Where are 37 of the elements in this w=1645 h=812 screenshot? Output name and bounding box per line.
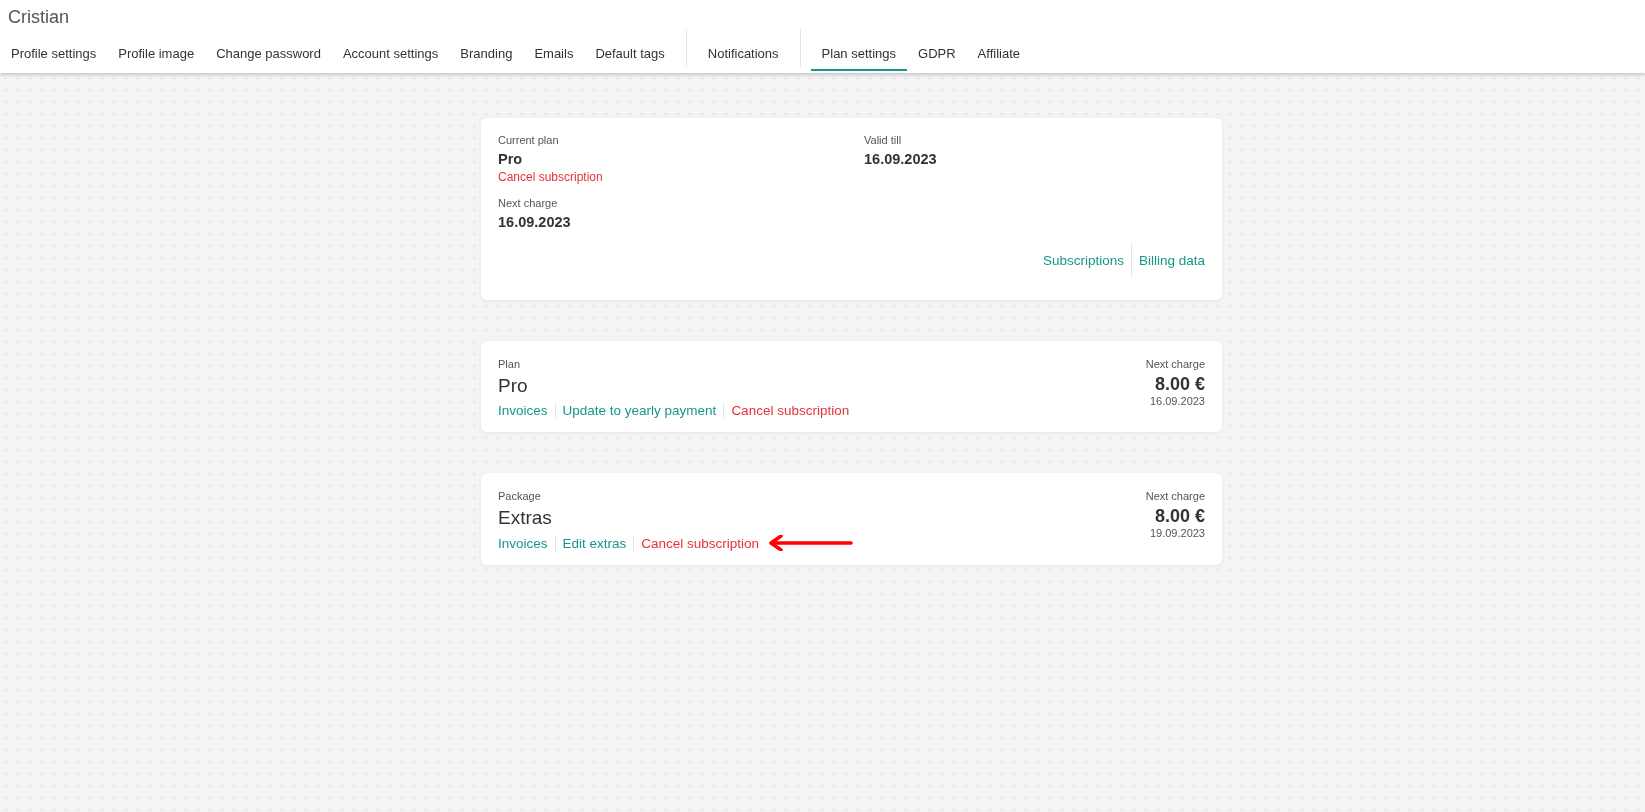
card-link[interactable]: Edit extras xyxy=(562,535,627,551)
charge-amount: 8.00 € xyxy=(1154,506,1205,527)
settings-tab[interactable]: Notifications xyxy=(696,37,790,71)
next-charge-label: Next charge xyxy=(1145,490,1205,502)
next-charge-date: 16.09.2023 xyxy=(498,214,572,230)
page-title: Cristian xyxy=(8,7,69,28)
field-label: Next charge xyxy=(498,197,559,209)
card-link[interactable]: Invoices xyxy=(498,403,548,418)
field-label: Current plan xyxy=(498,134,560,146)
card-link[interactable]: Invoices xyxy=(498,535,548,551)
card-link[interactable]: Subscriptions xyxy=(1042,252,1124,268)
card-link[interactable]: Billing data xyxy=(1138,252,1205,268)
charge-date: 19.09.2023 xyxy=(1149,527,1205,539)
subscription-type: Plan xyxy=(498,358,522,370)
settings-tab[interactable]: Change password xyxy=(205,37,332,71)
subscription-type: Package xyxy=(498,490,542,502)
settings-tab[interactable]: Emails xyxy=(523,37,585,71)
settings-tab[interactable]: Affiliate xyxy=(966,37,1031,71)
card-link[interactable]: Cancel subscription xyxy=(731,403,850,418)
subscription-name: Pro xyxy=(498,375,529,397)
settings-tab[interactable]: GDPR xyxy=(907,37,967,71)
charge-date: 16.09.2023 xyxy=(1149,395,1205,407)
field-label: Valid till xyxy=(864,134,903,146)
settings-tab[interactable]: Profile settings xyxy=(0,37,108,71)
subscription-name: Extras xyxy=(498,507,553,529)
charge-amount: 8.00 € xyxy=(1154,374,1205,395)
settings-tab[interactable]: Profile image xyxy=(107,37,206,71)
next-charge-label: Next charge xyxy=(1145,358,1205,370)
settings-tab[interactable]: Default tags xyxy=(584,37,676,71)
valid-till-date: 16.09.2023 xyxy=(864,151,938,167)
card-link[interactable]: Update to yearly payment xyxy=(562,403,717,418)
settings-tab[interactable]: Plan settings xyxy=(810,37,907,71)
cancel-subscription-link[interactable]: Cancel subscription xyxy=(498,170,864,184)
card-link[interactable]: Cancel subscription xyxy=(641,535,760,551)
settings-tab[interactable]: Account settings xyxy=(331,37,450,71)
settings-tab[interactable]: Branding xyxy=(449,37,524,71)
plan-name: Pro xyxy=(498,151,524,167)
